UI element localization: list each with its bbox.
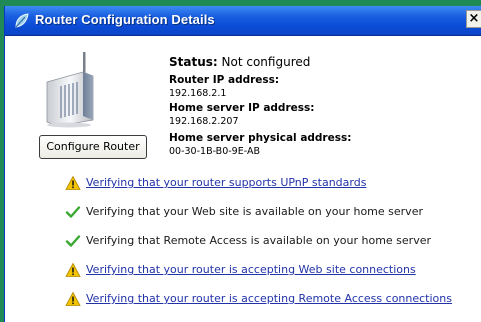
- upnp-check-link[interactable]: Verifying that your router supports UPnP…: [86, 175, 366, 191]
- configure-router-button[interactable]: Configure Router: [39, 135, 147, 159]
- server-mac-label: Home server physical address:: [169, 132, 352, 144]
- leaf-icon: [15, 13, 29, 28]
- router-config-dialog: Router Configuration Details × Configure…: [4, 6, 481, 322]
- close-button[interactable]: ×: [466, 10, 481, 28]
- status-line: Status: Not configured: [169, 55, 310, 69]
- remote-access-check-text: Verifying that Remote Access is availabl…: [86, 234, 432, 247]
- warning-icon: [65, 175, 81, 190]
- router-ip-label: Router IP address:: [169, 74, 280, 86]
- checkmark-icon: [65, 206, 81, 218]
- checkmark-icon: [65, 235, 81, 247]
- server-ip-value: 192.168.2.207: [169, 116, 239, 127]
- website-check-text: Verifying that your Web site is availabl…: [86, 205, 423, 218]
- title-bar[interactable]: Router Configuration Details ×: [5, 6, 481, 36]
- server-mac-value: 00-30-1B-B0-9E-AB: [169, 146, 260, 157]
- warning-icon: [65, 262, 81, 277]
- router-ip-value: 192.168.2.1: [169, 88, 227, 99]
- window-title: Router Configuration Details: [35, 12, 215, 27]
- status-value: Not configured: [221, 55, 311, 69]
- warning-icon: [65, 291, 81, 306]
- remote-connections-check-link[interactable]: Verifying that your router is accepting …: [86, 291, 452, 307]
- status-label: Status:: [169, 55, 218, 69]
- server-ip-label: Home server IP address:: [169, 102, 315, 114]
- web-connections-check-link[interactable]: Verifying that your router is accepting …: [86, 262, 416, 278]
- router-image: [46, 52, 94, 128]
